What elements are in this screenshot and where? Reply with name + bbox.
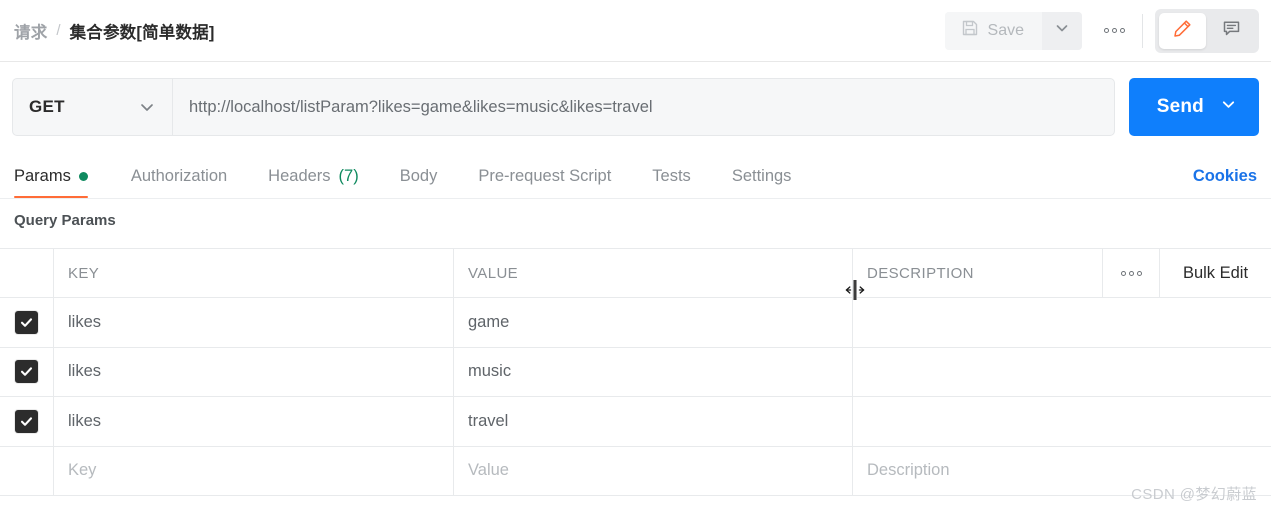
window-header: 请求 / 集合参数[简单数据] Save [0,0,1271,62]
row-key-text: likes [68,312,102,331]
table-header-row: KEY VALUE DESCRIPTION Bulk Edit [0,249,1271,298]
save-button[interactable]: Save [944,11,1042,50]
row-key-input[interactable]: likes [53,347,453,396]
row-description-input[interactable] [852,397,1271,446]
url-bar: GET http://localhost/listParam?likes=gam… [0,62,1271,152]
tab-authorization[interactable]: Authorization [131,154,244,198]
empty-row-description-placeholder: Description [867,461,950,480]
bulk-edit-button[interactable]: Bulk Edit [1159,249,1271,297]
ellipsis-icon [1120,270,1142,276]
row-value-text: music [468,362,512,381]
bulk-edit-label: Bulk Edit [1182,263,1249,282]
request-tabs-row: Params Authorization Headers (7) Body Pr… [0,152,1271,199]
watermark: CSDN @梦幻蔚蓝 [1131,486,1257,503]
tab-tests-label: Tests [652,166,691,185]
table-options-button[interactable] [1102,249,1159,297]
query-params-title: Query Params [14,212,116,229]
row-value-input[interactable]: game [453,298,852,347]
postman-request-window: 请求 / 集合参数[简单数据] Save GET http://localhos… [0,0,1271,510]
empty-row-key-placeholder: Key [68,461,97,480]
column-header-description: DESCRIPTION [867,264,974,282]
floppy-disk-icon [961,19,979,42]
http-method-label: GET [29,97,65,116]
breadcrumb-parent[interactable]: 请求 [14,19,47,43]
row-checkbox[interactable] [15,409,38,433]
column-header-value: VALUE [468,264,519,282]
send-button-group: Send [1128,78,1259,136]
tab-params-label: Params [14,166,71,185]
tab-body[interactable]: Body [400,154,455,198]
save-button-group: Save [944,11,1082,50]
tab-headers-count: (7) [338,166,359,185]
empty-row-value-input[interactable]: Value [453,446,852,495]
row-value-input[interactable]: music [453,347,852,396]
view-toggle-group [1155,8,1259,53]
tab-headers[interactable]: Headers (7) [268,154,376,198]
save-dropdown-button[interactable] [1042,11,1082,50]
tab-authorization-label: Authorization [130,166,228,185]
header-divider [1142,13,1143,48]
url-input[interactable]: http://localhost/listParam?likes=game&li… [172,78,1115,136]
row-key-input[interactable]: likes [53,298,453,347]
tab-pre-request-script-label: Pre-request Script [478,166,612,185]
tab-headers-label: Headers [268,166,331,185]
header-value-cell: VALUE [453,249,852,297]
edit-view-button[interactable] [1159,12,1206,49]
tab-tests[interactable]: Tests [652,154,708,198]
table-row: likes music [0,347,1271,397]
header-checkbox-cell [0,249,53,297]
request-tabs: Params Authorization Headers (7) Body Pr… [14,154,832,198]
tab-params[interactable]: Params [14,154,105,198]
row-key-text: likes [68,411,102,430]
active-tab-underline [14,195,88,198]
header-description-cell: DESCRIPTION [852,249,1102,297]
chevron-down-icon [1054,20,1070,41]
tab-settings[interactable]: Settings [732,154,809,198]
tab-settings-label: Settings [731,166,792,185]
breadcrumb: 请求 / 集合参数[简单数据] [0,19,215,43]
row-description-input[interactable] [852,347,1271,396]
row-checkbox[interactable] [15,360,38,384]
chevron-down-icon [1220,96,1237,118]
params-modified-dot-icon [78,171,88,181]
header-actions: Save [944,0,1271,61]
send-button[interactable]: Send [1129,96,1214,118]
chevron-down-icon [138,98,156,116]
save-button-label: Save [987,21,1024,39]
pencil-icon [1172,18,1193,44]
empty-row-value-placeholder: Value [468,461,509,480]
row-checkbox-cell [0,397,53,446]
cookies-link[interactable]: Cookies [1193,167,1257,198]
breadcrumb-current: 集合参数[简单数据] [69,23,215,42]
table-row: likes game [0,298,1271,348]
query-params-table: KEY VALUE DESCRIPTION Bulk Edit likes ga… [0,248,1271,496]
row-value-text: game [468,312,510,331]
http-method-select[interactable]: GET [12,78,172,136]
row-checkbox-cell [0,348,53,397]
row-checkbox[interactable] [15,310,38,334]
comment-view-button[interactable] [1208,13,1255,49]
row-value-text: travel [468,411,509,430]
row-key-input[interactable]: likes [53,397,453,446]
row-key-text: likes [68,362,102,381]
more-actions-button[interactable] [1092,12,1136,50]
column-header-key: KEY [68,264,100,282]
empty-row-key-input[interactable]: Key [53,446,453,495]
row-value-input[interactable]: travel [453,397,852,446]
send-dropdown-button[interactable] [1214,96,1259,118]
row-checkbox-cell [0,298,53,347]
table-row: likes travel [0,397,1271,447]
tab-pre-request-script[interactable]: Pre-request Script [478,154,628,198]
ellipsis-icon [1103,28,1125,33]
comment-icon [1221,18,1242,44]
table-empty-row: Key Value Description [0,446,1271,496]
header-key-cell: KEY [53,249,453,297]
breadcrumb-separator: / [56,22,61,39]
empty-row-checkbox-cell [0,447,53,496]
row-description-input[interactable] [852,298,1271,347]
tab-body-label: Body [399,166,438,185]
